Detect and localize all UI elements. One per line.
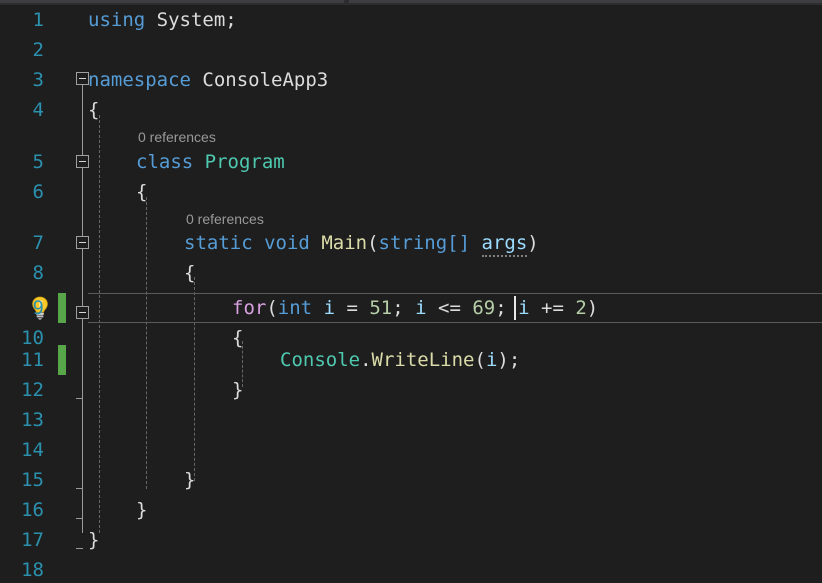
editor-line-18[interactable]: 18 — [0, 555, 822, 583]
token-dot: . — [360, 349, 372, 371]
token-number-51: 51 — [369, 297, 393, 319]
token-type-string-array: string[] — [378, 232, 471, 254]
token-assign: = — [335, 297, 370, 319]
token-paren-open: ( — [266, 297, 278, 319]
token-method-main: Main — [321, 232, 368, 254]
token-var-i: i — [415, 297, 427, 319]
token-number-2: 2 — [575, 297, 587, 319]
editor-line-5[interactable]: 5 class Program — [0, 147, 822, 177]
line-number: 9 — [32, 297, 44, 319]
line-content: static void Main(string[] args) — [184, 228, 539, 258]
token-namespace-name: ConsoleApp3 — [202, 69, 329, 91]
line-number: 4 — [32, 99, 44, 121]
token-keyword-using: using — [88, 9, 146, 31]
text-caret — [514, 296, 516, 320]
line-number: 17 — [21, 529, 44, 551]
token-keyword-namespace: namespace — [88, 69, 191, 91]
token-operator-le: <= — [426, 297, 473, 319]
line-number: 5 — [32, 151, 44, 173]
token-writeline-args: ( — [474, 349, 486, 371]
token-number-69: 69 — [472, 297, 496, 319]
line-number: 6 — [32, 181, 44, 203]
token-operator-plus-equals: += — [529, 297, 576, 319]
line-content: namespace ConsoleApp3 — [88, 65, 328, 95]
editor-line-2[interactable]: 2 — [0, 35, 822, 65]
token-paren-close: ) — [527, 232, 539, 254]
token-class-name: Program — [204, 151, 285, 173]
line-content: Console.WriteLine(i); — [280, 345, 520, 375]
editor-line-17[interactable]: 17 } — [0, 525, 822, 555]
editor-line-8[interactable]: 8 { — [0, 258, 822, 288]
line-content: } — [136, 499, 148, 521]
editor-line-16[interactable]: 16 } — [0, 495, 822, 525]
token-paren-open: ( — [367, 232, 379, 254]
token-var-i: i — [323, 297, 336, 319]
line-number: 16 — [21, 499, 44, 521]
line-number: 2 — [32, 39, 44, 61]
line-number: 3 — [32, 69, 44, 91]
line-content: { — [88, 99, 100, 121]
line-number: 14 — [21, 439, 44, 461]
editor-line-13[interactable]: 13 — [0, 405, 822, 435]
line-content: } — [232, 379, 244, 401]
splitter-segment-left[interactable] — [0, 0, 344, 3]
line-number: 8 — [32, 262, 44, 284]
line-number: 11 — [21, 349, 44, 371]
line-content: { — [136, 181, 148, 203]
line-content: class Program — [136, 147, 285, 177]
token-var-i: i — [485, 349, 498, 371]
line-number: 13 — [21, 409, 44, 431]
token-type-int: int — [277, 297, 313, 319]
line-content: } — [184, 469, 196, 491]
token-close-paren-semi: ); — [497, 349, 521, 371]
token-paren-close: ) — [586, 297, 599, 319]
token-var-i: i — [518, 297, 530, 319]
token-keyword-for: for — [232, 297, 267, 319]
editor-line-12[interactable]: 12 } — [0, 375, 822, 405]
line-number: 7 — [32, 232, 44, 254]
token-system: System; — [156, 9, 237, 31]
editor-line-9[interactable]: 9 for(int i = 51; i <= 69; i += 2) — [0, 293, 822, 323]
editor-line-11[interactable]: 11 Console.WriteLine(i); — [0, 345, 822, 375]
editor-line-14[interactable]: 14 — [0, 435, 822, 465]
token-param-args: args — [481, 232, 528, 257]
token-keyword-class: class — [136, 151, 194, 173]
editor-line-15[interactable]: 15 } — [0, 465, 822, 495]
token-keyword-static: static — [184, 232, 253, 254]
code-editor-surface[interactable]: 1 using System; 2 3 namespace ConsoleApp… — [0, 5, 822, 583]
token-semicolon: ; — [392, 297, 416, 319]
line-number: 15 — [21, 469, 44, 491]
token-method-writeline: WriteLine — [371, 349, 475, 371]
line-content: } — [88, 529, 100, 551]
line-number: 18 — [21, 559, 44, 581]
line-content: for(int i = 51; i <= 69; i += 2) — [232, 293, 598, 323]
visual-studio-editor-window: 1 using System; 2 3 namespace ConsoleApp… — [0, 0, 822, 583]
editor-line-1[interactable]: 1 using System; — [0, 5, 822, 35]
splitter-segment-right[interactable] — [349, 0, 822, 3]
token-type-console: Console — [280, 349, 361, 371]
editor-line-7[interactable]: 7 static void Main(string[] args) — [0, 228, 822, 258]
editor-line-3[interactable]: 3 namespace ConsoleApp3 — [0, 65, 822, 95]
line-number: 1 — [32, 9, 44, 31]
line-content: using System; — [88, 5, 237, 35]
line-content: { — [184, 262, 196, 284]
line-number: 12 — [21, 379, 44, 401]
editor-line-4[interactable]: 4 { — [0, 95, 822, 125]
token-keyword-void: void — [264, 232, 310, 254]
editor-line-6[interactable]: 6 { — [0, 177, 822, 207]
